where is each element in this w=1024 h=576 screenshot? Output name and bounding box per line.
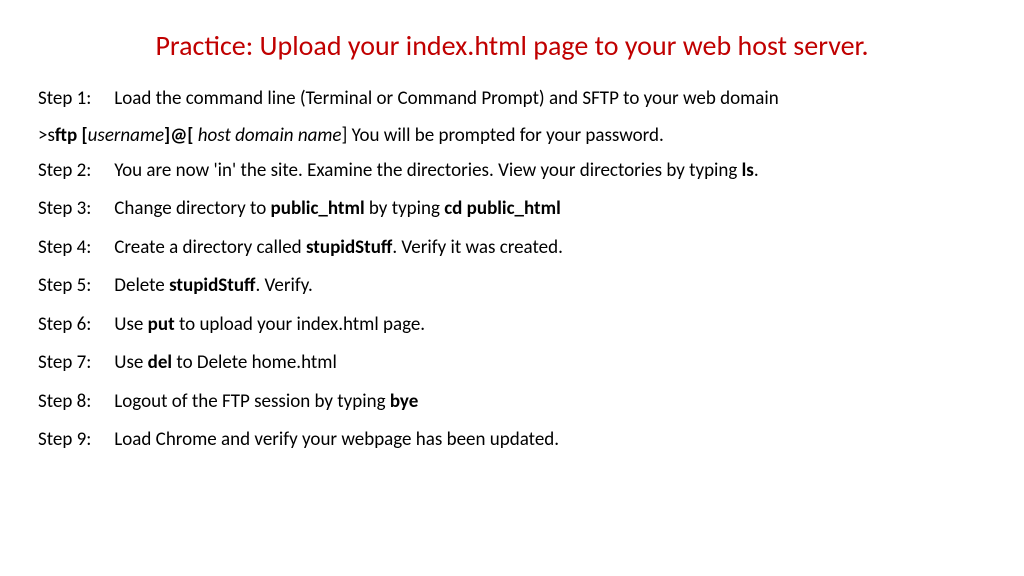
- step-text: You are now 'in' the site. Examine the d…: [114, 159, 741, 182]
- step-3: Step 3: Change directory to public_html …: [38, 195, 986, 223]
- title-highlight: index.html: [406, 28, 527, 63]
- step-label: Step 9:: [38, 426, 110, 454]
- step-text: Load the command line (Terminal or Comma…: [114, 87, 778, 110]
- step-label: Step 2:: [38, 157, 110, 185]
- step-text: Load Chrome and verify your webpage has …: [114, 428, 559, 451]
- step-2: Step 2: You are now 'in' the site. Exami…: [38, 157, 986, 185]
- step-8: Step 8: Logout of the FTP session by typ…: [38, 388, 986, 416]
- step-post: to Delete home.html: [172, 351, 337, 374]
- title-suffix: page to your web host server.: [527, 28, 869, 63]
- step-label: Step 4:: [38, 234, 110, 262]
- step-text: Delete: [114, 274, 169, 297]
- cmd-ftp: ftp [: [55, 124, 88, 147]
- step-cmd: put: [148, 313, 175, 336]
- step-cmd: ls: [742, 159, 754, 182]
- step-label: Step 1:: [38, 85, 110, 113]
- step-post: to upload your index.html page.: [175, 313, 425, 336]
- step-4: Step 4: Create a directory called stupid…: [38, 234, 986, 262]
- step-text: Create a directory called: [114, 236, 306, 259]
- page-title: Practice: Upload your index.html page to…: [38, 28, 986, 63]
- step-post: . Verify.: [255, 274, 312, 297]
- step-label: Step 3:: [38, 195, 110, 223]
- step-dir: public_html: [271, 197, 365, 220]
- step-label: Step 7:: [38, 349, 110, 377]
- step-cmd: del: [148, 351, 172, 374]
- step-text: Change directory to: [114, 197, 270, 220]
- cmd-at: ]@[: [164, 124, 193, 147]
- step-7: Step 7: Use del to Delete home.html: [38, 349, 986, 377]
- step-text: Logout of the FTP session by typing: [114, 390, 390, 413]
- step-6: Step 6: Use put to upload your index.htm…: [38, 311, 986, 339]
- step-text: Use: [114, 351, 147, 374]
- step-cmd: bye: [390, 390, 418, 413]
- step-text: Use: [114, 313, 147, 336]
- step-5: Step 5: Delete stupidStuff. Verify.: [38, 272, 986, 300]
- command-line: >sftp [username]@[ host domain name] You…: [38, 124, 986, 147]
- step-post: . Verify it was created.: [392, 236, 563, 259]
- step-dir: stupidStuff: [169, 274, 255, 297]
- step-9: Step 9: Load Chrome and verify your webp…: [38, 426, 986, 454]
- step-dir: stupidStuff: [306, 236, 392, 259]
- title-prefix: Practice: Upload your: [155, 28, 405, 63]
- step-label: Step 6:: [38, 311, 110, 339]
- cmd-close: ] You will be prompted for your password…: [342, 124, 664, 147]
- cmd-user: username: [88, 124, 164, 147]
- step-post: .: [754, 159, 759, 182]
- step-label: Step 8:: [38, 388, 110, 416]
- step-1: Step 1: Load the command line (Terminal …: [38, 85, 986, 113]
- cmd-host: host domain name: [193, 124, 341, 147]
- step-label: Step 5:: [38, 272, 110, 300]
- step-cmd: cd public_html: [444, 197, 561, 220]
- cmd-prompt: >s: [38, 124, 55, 147]
- step-mid: by typing: [365, 197, 445, 220]
